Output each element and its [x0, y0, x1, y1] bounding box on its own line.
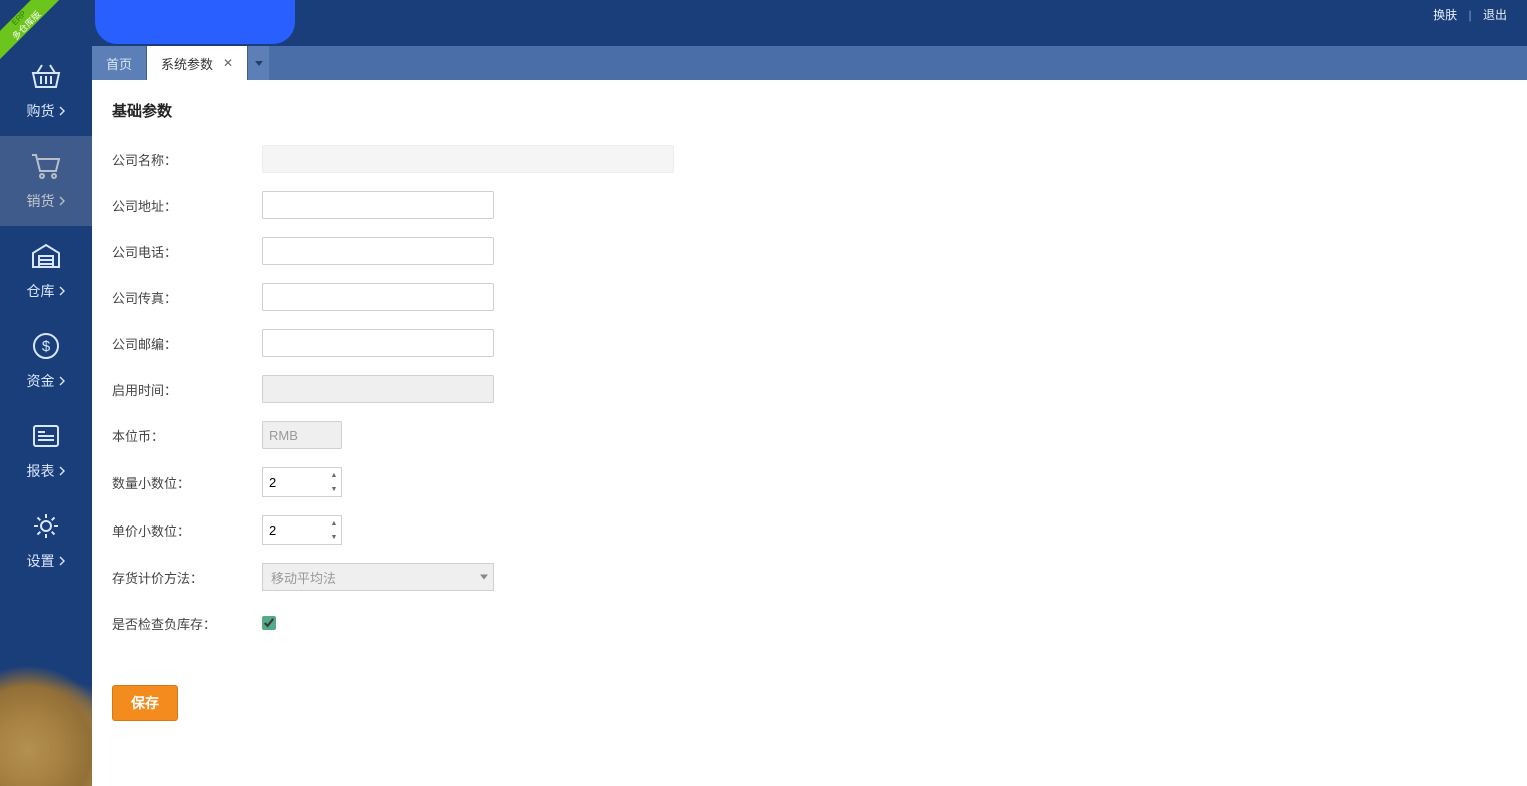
logout-link[interactable]: 退出: [1483, 8, 1507, 22]
row-company-phone: 公司电话：: [112, 237, 1507, 265]
sidebar-item-reports[interactable]: 报表: [0, 406, 92, 496]
label-company-name: 公司名称：: [112, 150, 262, 169]
row-company-address: 公司地址：: [112, 191, 1507, 219]
select-inventory-method[interactable]: 移动平均法: [262, 563, 494, 591]
tab-label: 系统参数: [161, 54, 213, 73]
label-company-phone: 公司电话：: [112, 242, 262, 261]
spinner-up-button[interactable]: ▲: [327, 516, 341, 530]
input-base-currency: [262, 421, 342, 449]
label-qty-decimals: 数量小数位：: [112, 473, 262, 492]
basket-icon: [29, 61, 63, 91]
input-company-zip[interactable]: [262, 329, 494, 357]
label-company-fax: 公司传真：: [112, 288, 262, 307]
row-company-name: 公司名称：: [112, 145, 1507, 173]
row-check-negative-stock: 是否检查负库存：: [112, 609, 1507, 637]
logo-pill: [95, 0, 295, 44]
chevron-down-icon: [480, 575, 488, 580]
corner-badge: ERP 多仓库版: [0, 0, 60, 60]
tab-dropdown-button[interactable]: [247, 46, 269, 80]
row-base-currency: 本位币：: [112, 421, 1507, 449]
chevron-right-icon: [59, 286, 66, 296]
select-value: 移动平均法: [262, 563, 494, 591]
input-enable-time: [262, 375, 494, 403]
caret-down-icon: [255, 61, 263, 66]
tab-system-params[interactable]: 系统参数 ✕: [147, 46, 247, 80]
sidebar-item-label: 资金: [27, 371, 55, 391]
chevron-right-icon: [59, 376, 66, 386]
warehouse-icon: [29, 241, 63, 271]
sidebar-item-label: 销货: [27, 191, 55, 211]
row-company-fax: 公司传真：: [112, 283, 1507, 311]
skin-link[interactable]: 换肤: [1433, 8, 1457, 22]
sidebar-item-label: 报表: [27, 461, 55, 481]
separator: |: [1469, 8, 1472, 22]
sidebar-item-sales[interactable]: 销货: [0, 136, 92, 226]
row-qty-decimals: 数量小数位： ▲ ▼: [112, 467, 1507, 497]
save-button[interactable]: 保存: [112, 685, 178, 721]
dollar-circle-icon: $: [29, 331, 63, 361]
section-title: 基础参数: [112, 100, 1507, 121]
gear-icon: [29, 511, 63, 541]
chevron-right-icon: [59, 106, 66, 116]
sidebar-item-label: 仓库: [27, 281, 55, 301]
label-inventory-method: 存货计价方法：: [112, 568, 262, 587]
cart-icon: [29, 151, 63, 181]
sidebar-item-settings[interactable]: 设置: [0, 496, 92, 586]
input-company-fax[interactable]: [262, 283, 494, 311]
sidebar-item-funds[interactable]: $ 资金: [0, 316, 92, 406]
spinner-down-button[interactable]: ▼: [327, 482, 341, 496]
input-company-name[interactable]: [262, 145, 674, 173]
header: ERP 多仓库版 换肤 | 退出: [0, 0, 1527, 46]
input-company-address[interactable]: [262, 191, 494, 219]
content-area: 基础参数 公司名称： 公司地址： 公司电话： 公司传真： 公司邮编： 启用时间：…: [92, 80, 1527, 786]
sidebar-item-label: 设置: [27, 551, 55, 571]
sidebar-item-warehouse[interactable]: 仓库: [0, 226, 92, 316]
sidebar-decoration: [0, 666, 92, 786]
report-icon: [29, 421, 63, 451]
label-price-decimals: 单价小数位：: [112, 521, 262, 540]
chevron-right-icon: [59, 196, 66, 206]
tab-strip: 首页 系统参数 ✕: [92, 46, 1527, 80]
tab-home[interactable]: 首页: [92, 46, 147, 80]
label-enable-time: 启用时间：: [112, 380, 262, 399]
chevron-right-icon: [59, 556, 66, 566]
sidebar-item-label: 购货: [27, 101, 55, 121]
row-enable-time: 启用时间：: [112, 375, 1507, 403]
close-icon[interactable]: ✕: [223, 56, 233, 70]
sidebar: 购货 销货 仓库 $ 资金: [0, 46, 92, 786]
header-links: 换肤 | 退出: [1429, 6, 1511, 23]
label-company-zip: 公司邮编：: [112, 334, 262, 353]
svg-text:$: $: [42, 338, 51, 355]
input-company-phone[interactable]: [262, 237, 494, 265]
label-base-currency: 本位币：: [112, 426, 262, 445]
label-check-negative-stock: 是否检查负库存：: [112, 614, 262, 633]
spinner-up-button[interactable]: ▲: [327, 468, 341, 482]
row-price-decimals: 单价小数位： ▲ ▼: [112, 515, 1507, 545]
label-company-address: 公司地址：: [112, 196, 262, 215]
row-company-zip: 公司邮编：: [112, 329, 1507, 357]
row-inventory-method: 存货计价方法： 移动平均法: [112, 563, 1507, 591]
spinner-down-button[interactable]: ▼: [327, 530, 341, 544]
tab-label: 首页: [106, 54, 132, 73]
chevron-right-icon: [59, 466, 66, 476]
checkbox-check-negative-stock[interactable]: [262, 616, 276, 630]
